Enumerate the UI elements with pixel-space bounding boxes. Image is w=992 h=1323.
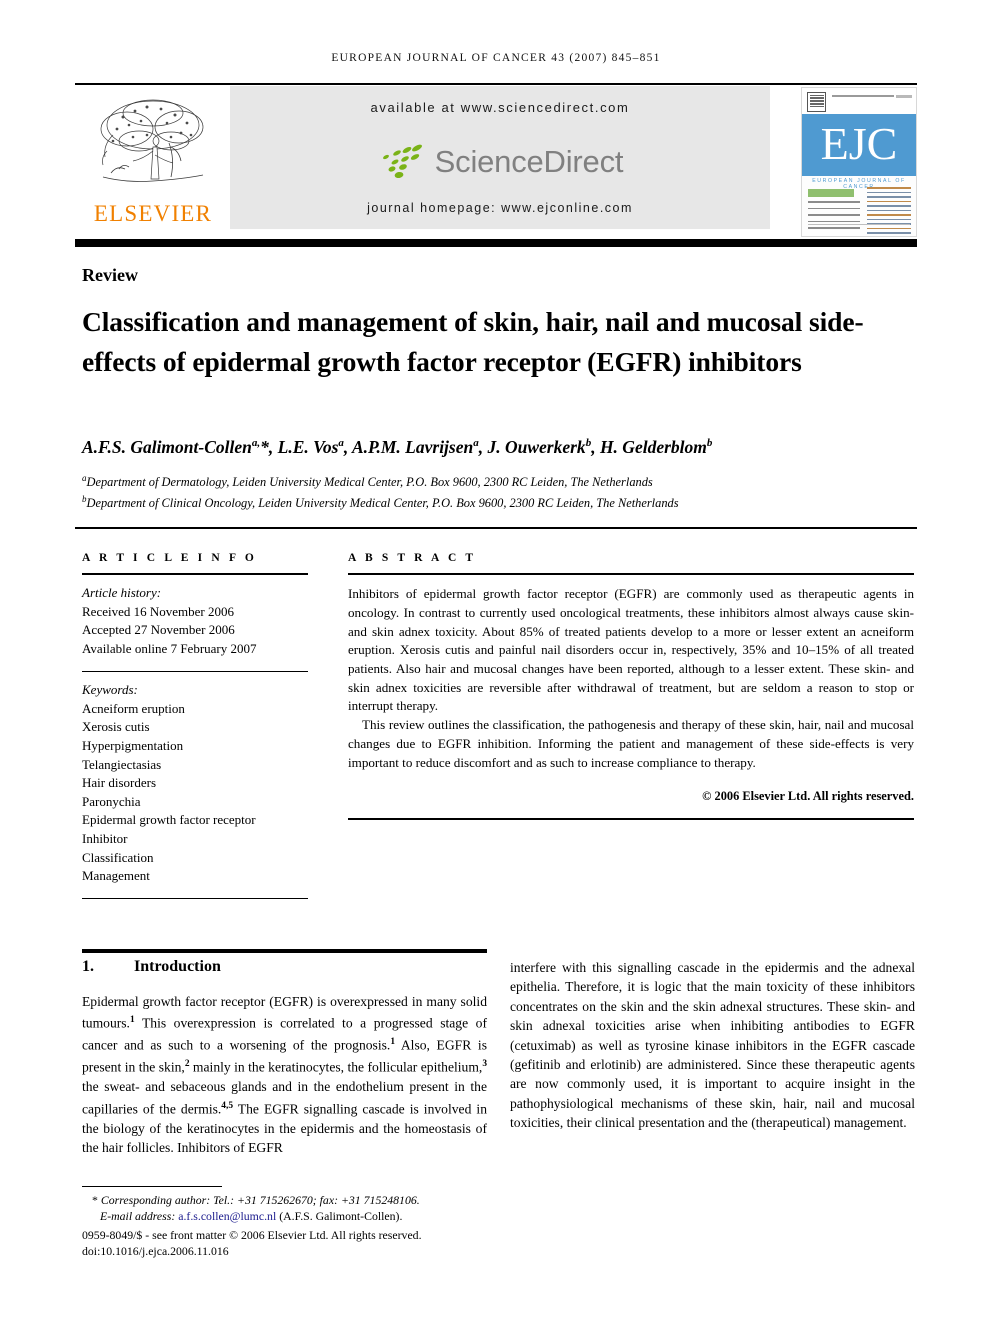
author-list: A.F.S. Galimont-Collena,*, L.E. Vosa, A.…: [82, 437, 713, 457]
article-info-heading: A R T I C L E I N F O: [82, 552, 257, 564]
doi-line: doi:10.1016/j.ejca.2006.11.016: [82, 1244, 229, 1259]
keyword-item: Epidermal growth factor receptor: [82, 812, 256, 828]
history-item: Accepted 27 November 2006: [82, 622, 235, 638]
email-label: E-mail address:: [100, 1209, 176, 1224]
sciencedirect-wordmark: ScienceDirect: [434, 144, 624, 179]
body-column-right: interfere with this signalling cascade i…: [510, 960, 915, 1131]
masthead: ELSEVIER available at www.sciencedirect.…: [75, 83, 917, 238]
sciencedirect-logo: ScienceDirect: [230, 138, 770, 186]
keywords-block: Keywords: Acneiform eruption Xerosis cut…: [82, 672, 308, 886]
affiliation-marker: b: [82, 494, 87, 505]
issn-copyright-line: 0959-8049/$ - see front matter © 2006 El…: [82, 1227, 422, 1242]
history-item: Received 16 November 2006: [82, 603, 234, 619]
abstract-copyright: © 2006 Elsevier Ltd. All rights reserved…: [702, 789, 914, 804]
keywords-label: Keywords:: [82, 682, 138, 698]
abstract-bottom-rule: [348, 817, 914, 820]
keyword-item: Xerosis cutis: [82, 719, 150, 735]
keyword-item: Classification: [82, 849, 154, 865]
cover-title-band: EJC: [802, 114, 916, 176]
article-info-bottom-rule: [82, 897, 308, 900]
affiliation-marker: a: [82, 473, 87, 483]
corresponding-author-note: * Corresponding author: Tel.: +31 715262…: [82, 1192, 502, 1208]
elsevier-tree-icon: [100, 99, 204, 182]
asterisk-icon: *: [92, 1193, 101, 1207]
journal-cover-thumbnail: EJC EUROPEAN JOURNAL OF CANCER: [801, 87, 917, 237]
cover-header-strip: [802, 88, 916, 114]
affiliation-item: bDepartment of Clinical Oncology, Leiden…: [82, 494, 679, 511]
abstract-column: A B S T R A C T Inhibitors of epidermal …: [348, 552, 914, 820]
info-abstract-top-rule: [75, 527, 917, 530]
keyword-item: Management: [82, 868, 150, 884]
section-title: Introduction: [134, 958, 221, 975]
article-info-column: A R T I C L E I N F O Article history: R…: [82, 552, 308, 900]
cover-side-lines: [867, 187, 911, 236]
keyword-item: Hair disorders: [82, 775, 157, 791]
email-link[interactable]: a.f.s.collen@lumc.nl: [178, 1209, 276, 1223]
running-head: EUROPEAN JOURNAL OF CANCER 43 (2007) 845…: [331, 52, 661, 64]
abstract-heading: A B S T R A C T: [348, 552, 477, 564]
email-owner: (A.F.S. Galimont-Collen).: [279, 1209, 403, 1224]
corresponding-author-contact: Tel.: +31 715262670; fax: +31 715248106.: [210, 1193, 420, 1207]
keyword-item: Telangiectasias: [82, 756, 162, 772]
elsevier-logo: ELSEVIER: [83, 91, 223, 231]
footnote-rule: [82, 1186, 222, 1188]
keyword-item: Paronychia: [82, 793, 141, 809]
article-history-label: Article history:: [82, 585, 162, 601]
journal-homepage-text: journal homepage: www.ejconline.com: [367, 201, 633, 215]
cover-green-bar: [808, 189, 854, 197]
article-history-block: Article history: Received 16 November 20…: [82, 575, 308, 658]
cover-foot-line: [808, 224, 910, 225]
keyword-item: Acneiform eruption: [82, 700, 185, 716]
footnote-block: * Corresponding author: Tel.: +31 715262…: [82, 1192, 502, 1260]
article-type-label: Review: [82, 265, 138, 285]
elsevier-wordmark: ELSEVIER: [93, 201, 213, 226]
section-top-rule: [82, 949, 487, 953]
section-heading: 1. Introduction: [82, 958, 221, 976]
body-column-left: Epidermal growth factor receptor (EGFR) …: [82, 994, 487, 1155]
page-title: Classification and management of skin, h…: [82, 306, 864, 377]
keyword-item: Hyperpigmentation: [82, 737, 184, 753]
masthead-bottom-rule: [75, 239, 917, 247]
history-item: Available online 7 February 2007: [82, 640, 257, 656]
affiliation-item: aDepartment of Dermatology, Leiden Unive…: [82, 473, 653, 490]
sciencedirect-leaves-icon: [382, 144, 422, 179]
journal-article-page: EUROPEAN JOURNAL OF CANCER 43 (2007) 845…: [0, 0, 992, 1323]
cover-ejc-letters: EJC: [820, 118, 898, 169]
cover-content-lines: [808, 201, 860, 234]
cover-logo-box: [807, 92, 826, 112]
cover-volume-text: [832, 95, 894, 98]
sciencedirect-banner: available at www.sciencedirect.com Scien…: [230, 86, 770, 229]
corresponding-author-label: Corresponding author:: [100, 1193, 211, 1207]
affiliation-list: aDepartment of Dermatology, Leiden Unive…: [82, 470, 912, 512]
keyword-item: Inhibitor: [82, 830, 128, 846]
cover-issn-text: [896, 95, 912, 98]
abstract-paragraph: This review outlines the classification,…: [348, 717, 914, 770]
abstract-paragraph: Inhibitors of epidermal growth factor re…: [348, 586, 914, 714]
available-at-text: available at www.sciencedirect.com: [370, 100, 630, 115]
email-note: E-mail address: a.f.s.collen@lumc.nl (A.…: [82, 1208, 502, 1224]
section-number: 1.: [82, 958, 94, 975]
abstract-body: Inhibitors of epidermal growth factor re…: [348, 575, 914, 806]
